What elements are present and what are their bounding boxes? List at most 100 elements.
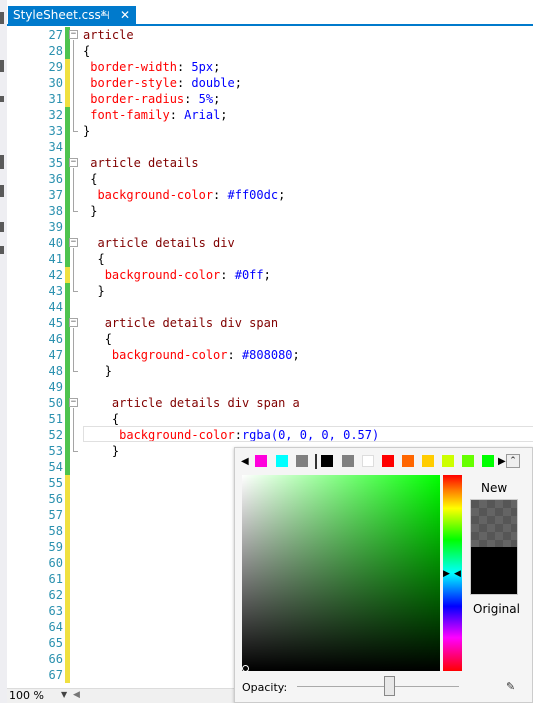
punctuation: :: [184, 92, 199, 106]
color-selector-handle[interactable]: [242, 665, 249, 672]
code-line[interactable]: article details div span a: [83, 395, 300, 411]
zoom-dropdown-icon[interactable]: ▼: [61, 690, 67, 699]
change-marker: [65, 123, 70, 139]
opacity-slider-thumb[interactable]: [384, 676, 396, 696]
code-line[interactable]: }: [83, 203, 97, 219]
line-number: 39: [48, 220, 63, 234]
code-line[interactable]: background-color: #808080;: [83, 347, 300, 363]
change-marker: [65, 139, 70, 155]
dock-tab-marker[interactable]: [0, 60, 4, 72]
outline-end: [73, 131, 78, 132]
line-number: 38: [48, 204, 63, 218]
code-line[interactable]: {: [83, 331, 112, 347]
punctuation: :: [220, 268, 235, 282]
hue-handle-left-icon[interactable]: ▶: [443, 569, 450, 579]
punctuation: :: [176, 60, 192, 74]
dock-tab-marker[interactable]: [0, 12, 4, 24]
line-number: 36: [48, 172, 63, 186]
collapse-region-icon[interactable]: −: [69, 158, 78, 167]
code-line[interactable]: article: [83, 27, 134, 43]
color-swatch[interactable]: [276, 455, 288, 467]
swatch-scroll-right-icon[interactable]: ▶: [498, 456, 506, 467]
brace: {: [90, 172, 98, 186]
color-swatch[interactable]: [321, 455, 333, 467]
color-swatch[interactable]: [442, 455, 454, 467]
dock-tab-marker[interactable]: [0, 246, 4, 254]
collapse-region-icon[interactable]: −: [69, 30, 78, 39]
code-line[interactable]: }: [83, 443, 119, 459]
swatch-separator: [315, 454, 317, 469]
color-swatch[interactable]: [402, 455, 414, 467]
dock-tab-marker[interactable]: [0, 222, 4, 232]
code-line[interactable]: font-family: Arial;: [83, 107, 227, 123]
punctuation: ;: [292, 348, 300, 362]
line-number: 40: [48, 236, 63, 250]
change-marker: [65, 91, 70, 107]
close-icon[interactable]: ✕: [120, 6, 130, 25]
code-line[interactable]: }: [83, 283, 104, 299]
color-swatch[interactable]: [296, 455, 308, 467]
hue-slider[interactable]: ▶ ◀: [443, 475, 462, 671]
outline-end: [73, 451, 78, 452]
brace: }: [83, 124, 91, 138]
pin-icon[interactable]: ⊣: [100, 6, 110, 25]
color-swatch[interactable]: [255, 455, 267, 467]
color-swatch[interactable]: [342, 455, 354, 467]
tab-stylesheet-css[interactable]: StyleSheet.css* ⊣ ✕: [8, 6, 136, 25]
brace: {: [111, 412, 120, 426]
code-line[interactable]: {: [83, 43, 90, 59]
code-line[interactable]: background-color: #ff00dc;: [83, 187, 285, 203]
dock-tab-marker[interactable]: [0, 155, 4, 169]
hue-handle-right-icon[interactable]: ◀: [454, 569, 461, 579]
eyedropper-icon[interactable]: ✎: [506, 680, 515, 693]
dock-tab-marker[interactable]: [0, 185, 4, 197]
change-marker: [65, 459, 70, 475]
opacity-slider-track[interactable]: [297, 686, 459, 687]
code-line[interactable]: {: [83, 251, 104, 267]
code-line[interactable]: article details div: [83, 235, 234, 251]
collapse-button[interactable]: ⌃: [506, 454, 520, 468]
code-line[interactable]: border-radius: 5%;: [83, 91, 220, 107]
code-line[interactable]: article details div span: [83, 315, 278, 331]
code-line[interactable]: }: [83, 123, 90, 139]
color-swatch[interactable]: [462, 455, 474, 467]
code-line[interactable]: {: [83, 171, 97, 187]
color-swatch[interactable]: [422, 455, 434, 467]
collapse-region-icon[interactable]: −: [69, 398, 78, 407]
dock-tab-marker[interactable]: [0, 96, 4, 102]
punctuation: :: [227, 348, 242, 362]
code-line[interactable]: {: [83, 411, 119, 427]
code-line[interactable]: border-width: 5px;: [83, 59, 220, 75]
code-line[interactable]: border-style: double;: [83, 75, 242, 91]
outline-line: [73, 40, 74, 131]
css-property: border-width: [90, 60, 177, 74]
color-swatch[interactable]: [482, 455, 494, 467]
change-marker: [65, 443, 70, 459]
saturation-value-area[interactable]: [242, 475, 440, 672]
change-marker: [65, 283, 70, 299]
line-number: 55: [48, 476, 63, 490]
code-line[interactable]: }: [83, 363, 112, 379]
change-marker: [65, 43, 70, 59]
line-number: 63: [48, 604, 63, 618]
swatch-scroll-left-icon[interactable]: ◀: [241, 456, 249, 467]
code-line[interactable]: background-color: #0ff;: [83, 267, 271, 283]
line-number: 56: [48, 492, 63, 506]
outline-line: [73, 328, 74, 371]
change-marker: [65, 331, 70, 347]
collapse-region-icon[interactable]: −: [69, 238, 78, 247]
color-swatch[interactable]: [382, 455, 394, 467]
original-color-swatch[interactable]: [471, 547, 517, 594]
css-value: #0ff: [234, 268, 264, 282]
change-marker: [65, 555, 70, 571]
css-property: border-radius: [90, 92, 185, 106]
collapse-region-icon[interactable]: −: [69, 318, 78, 327]
code-line[interactable]: article details: [83, 155, 198, 171]
zoom-level[interactable]: 100 %: [9, 689, 44, 703]
color-swatch[interactable]: [362, 455, 374, 467]
original-color-label: Original: [473, 602, 520, 616]
punctuation: ;: [213, 60, 221, 74]
scroll-left-icon[interactable]: ◀: [73, 690, 80, 700]
